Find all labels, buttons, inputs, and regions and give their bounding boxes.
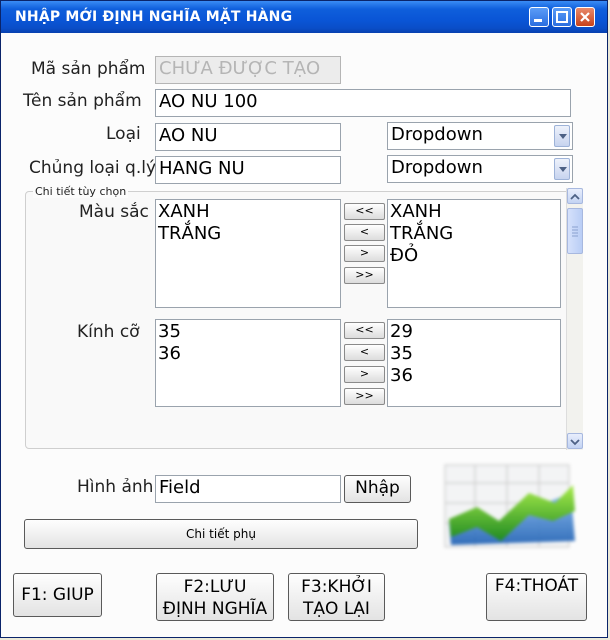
list-item[interactable]: 36 [158, 343, 338, 365]
color-move-all-left-button[interactable]: << [344, 203, 385, 220]
product-name-label: Tên sản phẩm [23, 91, 142, 111]
color-selected-list[interactable]: XANH TRẮNG ĐỎ [387, 199, 561, 308]
list-item[interactable]: 36 [390, 365, 558, 387]
list-item[interactable]: 29 [390, 321, 558, 343]
optional-details-title: Chi tiết tùy chọn [33, 185, 129, 198]
help-button[interactable]: F1: GIUP [13, 573, 102, 617]
title-bar[interactable]: NHẬP MỚI ĐỊNH NGHĨA MẶT HÀNG [1, 1, 607, 33]
image-label: Hình ảnh [77, 477, 154, 497]
save-definition-label-2: ĐỊNH NGHĨA [162, 599, 268, 619]
product-name-field[interactable]: AO NU 100 [155, 89, 571, 117]
color-available-list[interactable]: XANH TRẮNG [155, 199, 341, 308]
chevron-down-icon[interactable] [554, 158, 570, 180]
save-definition-label-1: F2:LƯU [183, 577, 247, 597]
size-selected-list[interactable]: 29 35 36 [387, 319, 561, 407]
close-icon[interactable] [575, 7, 595, 27]
type-field[interactable]: AO NU [155, 123, 341, 151]
list-item[interactable]: XANH [158, 201, 338, 223]
list-item[interactable]: TRẮNG [390, 223, 558, 245]
type-dropdown[interactable]: Dropdown [387, 122, 573, 150]
window-title: NHẬP MỚI ĐỊNH NGHĨA MẶT HÀNG [15, 9, 293, 25]
chevron-down-icon[interactable] [554, 125, 570, 147]
product-code-label: Mã sản phẩm [31, 59, 146, 79]
exit-button[interactable]: F4:THOÁT [486, 573, 587, 621]
category-dropdown-value: Dropdown [391, 157, 483, 178]
size-move-all-left-button[interactable]: << [344, 322, 385, 339]
scroll-down-icon[interactable] [567, 433, 583, 449]
window: NHẬP MỚI ĐỊNH NGHĨA MẶT HÀNG Mã sản phẩm… [0, 0, 608, 638]
list-item[interactable]: 35 [390, 343, 558, 365]
category-dropdown[interactable]: Dropdown [387, 155, 573, 183]
reset-label-1: F3:KHỞI [301, 577, 372, 597]
product-code-field: CHƯA ĐƯỢC TẠO [155, 56, 341, 84]
minimize-icon[interactable] [529, 7, 549, 27]
list-item[interactable]: ĐỎ [390, 245, 558, 267]
reset-button[interactable]: F3:KHỞI TẠO LẠI [288, 573, 385, 621]
chart-image-icon [443, 463, 579, 555]
import-image-button[interactable]: Nhập [344, 475, 411, 503]
type-label: Loại [106, 124, 141, 144]
details-scrollbar[interactable] [566, 188, 583, 450]
sub-details-button[interactable]: Chi tiết phụ [24, 519, 418, 549]
size-label: Kính cỡ [77, 322, 140, 342]
list-item[interactable]: XANH [390, 201, 558, 223]
image-path-field[interactable]: Field [155, 475, 341, 503]
color-label: Màu sắc [79, 202, 149, 222]
size-available-list[interactable]: 35 36 [155, 319, 341, 407]
save-definition-button[interactable]: F2:LƯU ĐỊNH NGHĨA [156, 573, 274, 621]
reset-label-2: TẠO LẠI [303, 599, 370, 619]
type-dropdown-value: Dropdown [391, 124, 483, 145]
maximize-icon[interactable] [552, 7, 572, 27]
category-field[interactable]: HANG NU [155, 156, 341, 184]
color-move-right-button[interactable]: > [344, 245, 385, 262]
size-move-left-button[interactable]: < [344, 344, 385, 361]
category-label: Chủng loại q.lý [29, 158, 157, 178]
color-move-all-right-button[interactable]: >> [344, 267, 385, 284]
list-item[interactable]: 35 [158, 321, 338, 343]
list-item[interactable]: TRẮNG [158, 223, 338, 245]
scroll-up-icon[interactable] [567, 188, 583, 204]
size-move-all-right-button[interactable]: >> [344, 388, 385, 405]
color-move-left-button[interactable]: < [344, 224, 385, 241]
size-move-right-button[interactable]: > [344, 366, 385, 383]
scroll-thumb[interactable] [567, 208, 583, 254]
